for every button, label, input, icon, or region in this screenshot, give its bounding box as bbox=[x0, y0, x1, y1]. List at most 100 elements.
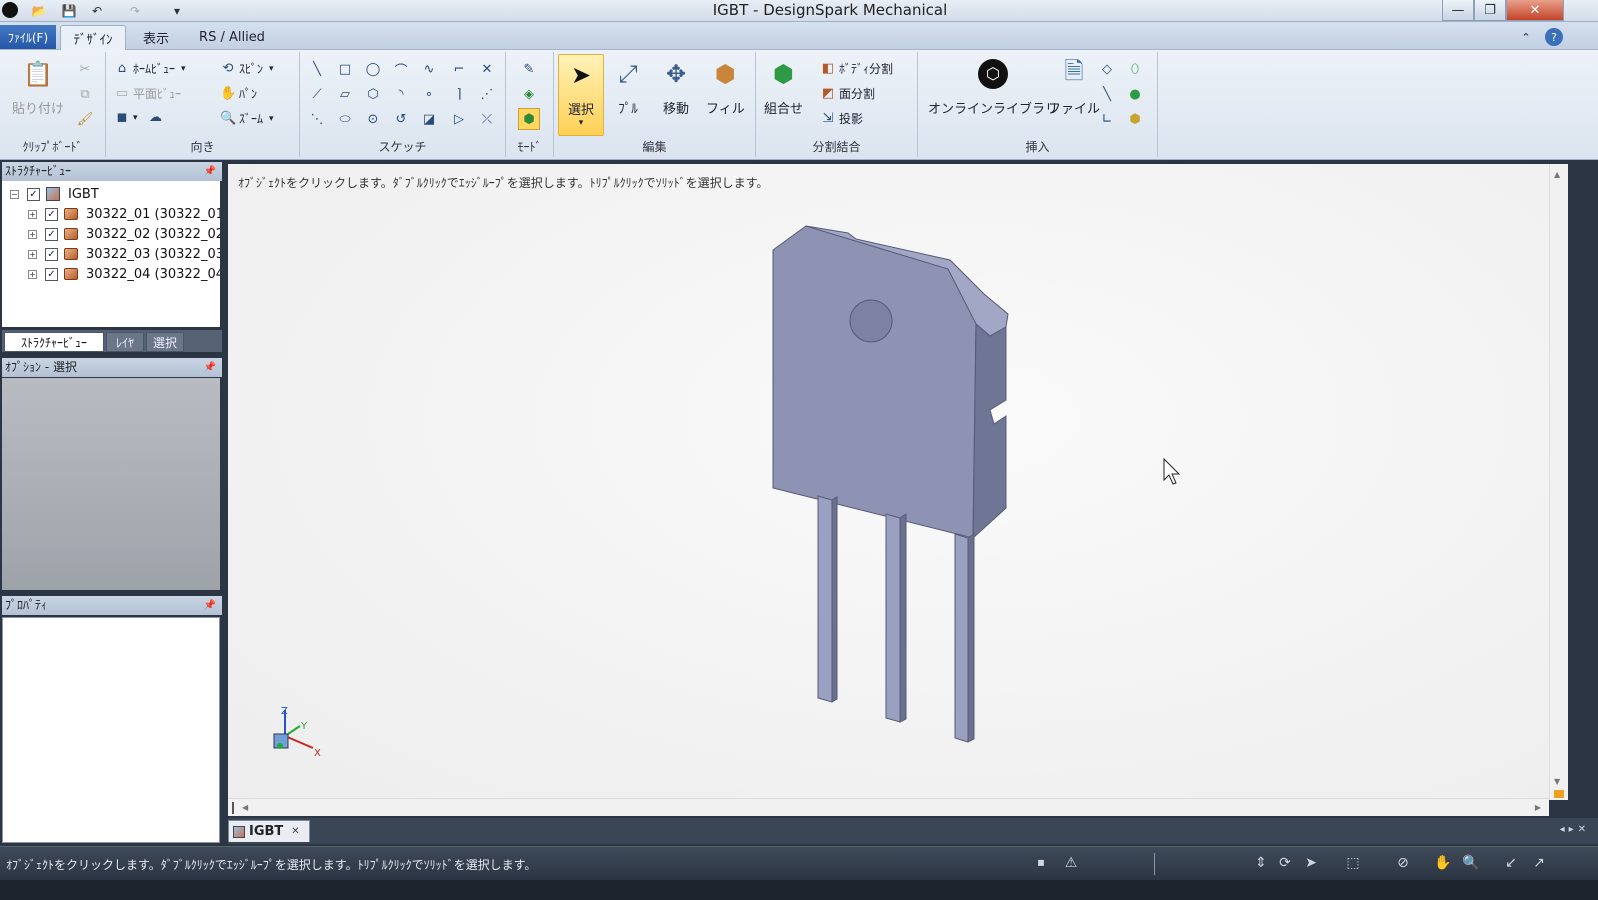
scroll-down-icon[interactable]: ▼ bbox=[1554, 777, 1560, 786]
sort-icon[interactable]: ⇕ bbox=[1252, 854, 1270, 872]
project-to-sketch-icon[interactable]: ▷ bbox=[450, 110, 468, 128]
save-icon[interactable]: 💾 bbox=[60, 2, 78, 19]
project-button[interactable]: ⇲ 投影 bbox=[820, 110, 863, 127]
spin-button[interactable]: ⟲ ｽﾋﾟﾝ ▾ bbox=[220, 60, 274, 77]
vertical-scrollbar[interactable]: ▲ ▼ bbox=[1549, 164, 1568, 800]
app-logo-icon[interactable] bbox=[2, 2, 18, 18]
visibility-checkbox[interactable]: ✓ bbox=[27, 187, 40, 201]
ellipse-icon[interactable]: ⬭ bbox=[336, 110, 354, 128]
three-point-circle-icon[interactable]: ⊙ bbox=[364, 110, 382, 128]
spline-icon[interactable]: ∿ bbox=[420, 60, 438, 78]
scroll-right-icon[interactable]: ▶ bbox=[1535, 803, 1541, 812]
format-painter-icon[interactable]: 🖌 bbox=[76, 110, 94, 128]
expand-icon[interactable]: + bbox=[28, 249, 37, 259]
pin-icon[interactable]: 📌 bbox=[204, 358, 216, 377]
online-library-button[interactable]: ⬡ オンラインライブラリ bbox=[928, 56, 1058, 117]
scroll-left-icon[interactable]: ◀ bbox=[242, 803, 248, 812]
tree-item[interactable]: + ✓ 30322_01 (30322_01 bbox=[28, 204, 220, 224]
cylinder-icon[interactable]: ⬯ bbox=[1126, 60, 1144, 78]
horizontal-scrollbar[interactable]: ◀ ▶ bbox=[228, 798, 1549, 816]
expand-icon[interactable]: + bbox=[28, 269, 37, 279]
sphere-icon[interactable]: ● bbox=[1126, 85, 1144, 103]
fill-button[interactable]: ⬢ フィル bbox=[706, 56, 745, 117]
select-button[interactable]: ➤ 選択 ▾ bbox=[558, 54, 604, 136]
customize-qat-icon[interactable]: ▾ bbox=[168, 2, 186, 19]
trim-icon[interactable]: ✕ bbox=[478, 60, 496, 78]
offset-icon[interactable]: ⌉ bbox=[450, 85, 468, 103]
tab-structure[interactable]: ｽﾄﾗｸﾁｬｰﾋﾞｭｰ bbox=[4, 332, 104, 352]
split-face-button[interactable]: ◩ 面分割 bbox=[820, 85, 875, 102]
insert-file-button[interactable]: 🗎 ファイル bbox=[1048, 56, 1100, 118]
tab-display[interactable]: 表示 bbox=[132, 25, 180, 50]
igbt-model[interactable] bbox=[772, 225, 1009, 743]
tangent-arc-icon[interactable]: ◝ bbox=[392, 85, 410, 103]
plan-view-button[interactable]: ▭ 平面ﾋﾞｭｰ bbox=[114, 85, 181, 102]
pan-view-icon[interactable]: ✋ bbox=[1434, 854, 1452, 872]
corner-icon[interactable]: ⌐ bbox=[450, 60, 468, 78]
axis-icon[interactable]: ╲ bbox=[1098, 85, 1116, 103]
line-icon[interactable]: ╲ bbox=[308, 60, 326, 78]
expand-icon[interactable]: + bbox=[28, 229, 37, 239]
section-mode-icon[interactable]: ◈ bbox=[520, 85, 538, 103]
collapse-ribbon-icon[interactable]: ⌃ bbox=[1516, 25, 1536, 50]
arc-icon[interactable]: ⌒ bbox=[392, 60, 410, 79]
redo-icon[interactable]: ↷ bbox=[126, 2, 144, 19]
split-curve-icon[interactable]: ⋰ bbox=[478, 85, 496, 103]
visibility-checkbox[interactable]: ✓ bbox=[45, 247, 58, 261]
tree-item[interactable]: + ✓ 30322_04 (30322_04 bbox=[28, 264, 220, 284]
warning-icon[interactable]: ⚠ bbox=[1062, 854, 1080, 872]
tree-item[interactable]: + ✓ 30322_02 (30322_02 bbox=[28, 224, 220, 244]
sketch-mode-icon[interactable]: ✎ bbox=[520, 60, 538, 78]
3d-mode-icon[interactable]: ⬢ bbox=[518, 108, 540, 130]
previous-view-icon[interactable]: ↙ bbox=[1502, 854, 1520, 872]
pull-button[interactable]: ⤢ ﾌﾟﾙ bbox=[610, 56, 646, 117]
tree-root[interactable]: − ✓ IGBT bbox=[10, 184, 99, 204]
circle-icon[interactable]: ◯ bbox=[364, 60, 382, 78]
file-menu-button[interactable]: ﾌｧｲﾙ(F) bbox=[0, 25, 56, 49]
close-tab-icon[interactable]: ✕ bbox=[291, 826, 299, 837]
pin-icon[interactable]: 📌 bbox=[204, 596, 216, 615]
scroll-thumb[interactable] bbox=[232, 802, 234, 814]
polygon-icon[interactable]: ⬡ bbox=[364, 85, 382, 103]
select-tool-icon[interactable]: ➤ bbox=[1302, 854, 1320, 872]
tangent-line-icon[interactable]: ⟋ bbox=[308, 85, 326, 103]
stop-icon[interactable]: ⏹ bbox=[1032, 854, 1050, 872]
undo-icon[interactable]: ↶ bbox=[88, 2, 106, 19]
pin-icon[interactable]: 📌 bbox=[204, 162, 216, 181]
expand-icon[interactable]: + bbox=[28, 209, 37, 219]
visibility-checkbox[interactable]: ✓ bbox=[45, 227, 58, 241]
point-icon[interactable]: ∘ bbox=[420, 85, 438, 103]
rectangle-icon[interactable]: □ bbox=[336, 60, 354, 78]
cut-icon[interactable]: ✂ bbox=[76, 60, 94, 78]
visibility-checkbox[interactable]: ✓ bbox=[45, 207, 58, 221]
tab-rs-allied[interactable]: RS / Allied bbox=[190, 25, 274, 50]
open-icon[interactable]: 📂 bbox=[30, 2, 48, 19]
3d-viewport[interactable]: ｵﾌﾞｼﾞｪｸﾄをクリックします。ﾀﾞﾌﾞﾙｸﾘｯｸでｴｯｼﾞﾙｰﾌﾟを選択しま… bbox=[228, 164, 1568, 800]
tab-nav-icons[interactable]: ◂▸✕ bbox=[1560, 824, 1590, 835]
home-view-button[interactable]: ⌂ ﾎｰﾑﾋﾞｭｰ ▾ bbox=[114, 60, 186, 77]
paste-button[interactable]: 📋 貼り付け bbox=[12, 56, 64, 117]
tab-selection[interactable]: 選択 bbox=[146, 332, 184, 352]
box-select-icon[interactable]: ⬚ bbox=[1344, 854, 1362, 872]
pan-button[interactable]: ✋ ﾊﾟﾝ bbox=[220, 85, 257, 102]
tree-item[interactable]: + ✓ 30322_03 (30322_03 bbox=[28, 244, 220, 264]
tab-layers[interactable]: ﾚｲﾔ bbox=[106, 332, 144, 352]
three-point-rect-icon[interactable]: ▱ bbox=[336, 85, 354, 103]
next-view-icon[interactable]: ↗ bbox=[1530, 854, 1548, 872]
rotate-icon[interactable]: ⟳ bbox=[1276, 854, 1294, 872]
copy-icon[interactable]: ⧉ bbox=[76, 85, 94, 103]
construction-line-icon[interactable]: ⋱ bbox=[308, 110, 326, 128]
collapse-icon[interactable]: − bbox=[10, 189, 19, 199]
bend-icon[interactable]: ⤫ bbox=[478, 110, 496, 128]
zoom-button[interactable]: 🔍 ｽﾞｰﾑ ▾ bbox=[220, 110, 274, 127]
restore-button[interactable]: ❐ bbox=[1474, 0, 1506, 21]
sweep-arc-icon[interactable]: ↺ bbox=[392, 110, 410, 128]
combine-button[interactable]: ⬢ 組合せ bbox=[764, 56, 803, 117]
zoom-view-icon[interactable]: 🔍 bbox=[1462, 854, 1480, 872]
visibility-checkbox[interactable]: ✓ bbox=[45, 267, 58, 281]
origin-icon[interactable]: ∟ bbox=[1098, 110, 1116, 128]
spin-view-icon[interactable]: ⊘ bbox=[1394, 854, 1412, 872]
sketch-plane-icon[interactable]: ◪ bbox=[420, 110, 438, 128]
document-tab[interactable]: IGBT ✕ bbox=[228, 820, 310, 842]
scroll-up-icon[interactable]: ▲ bbox=[1554, 170, 1560, 179]
